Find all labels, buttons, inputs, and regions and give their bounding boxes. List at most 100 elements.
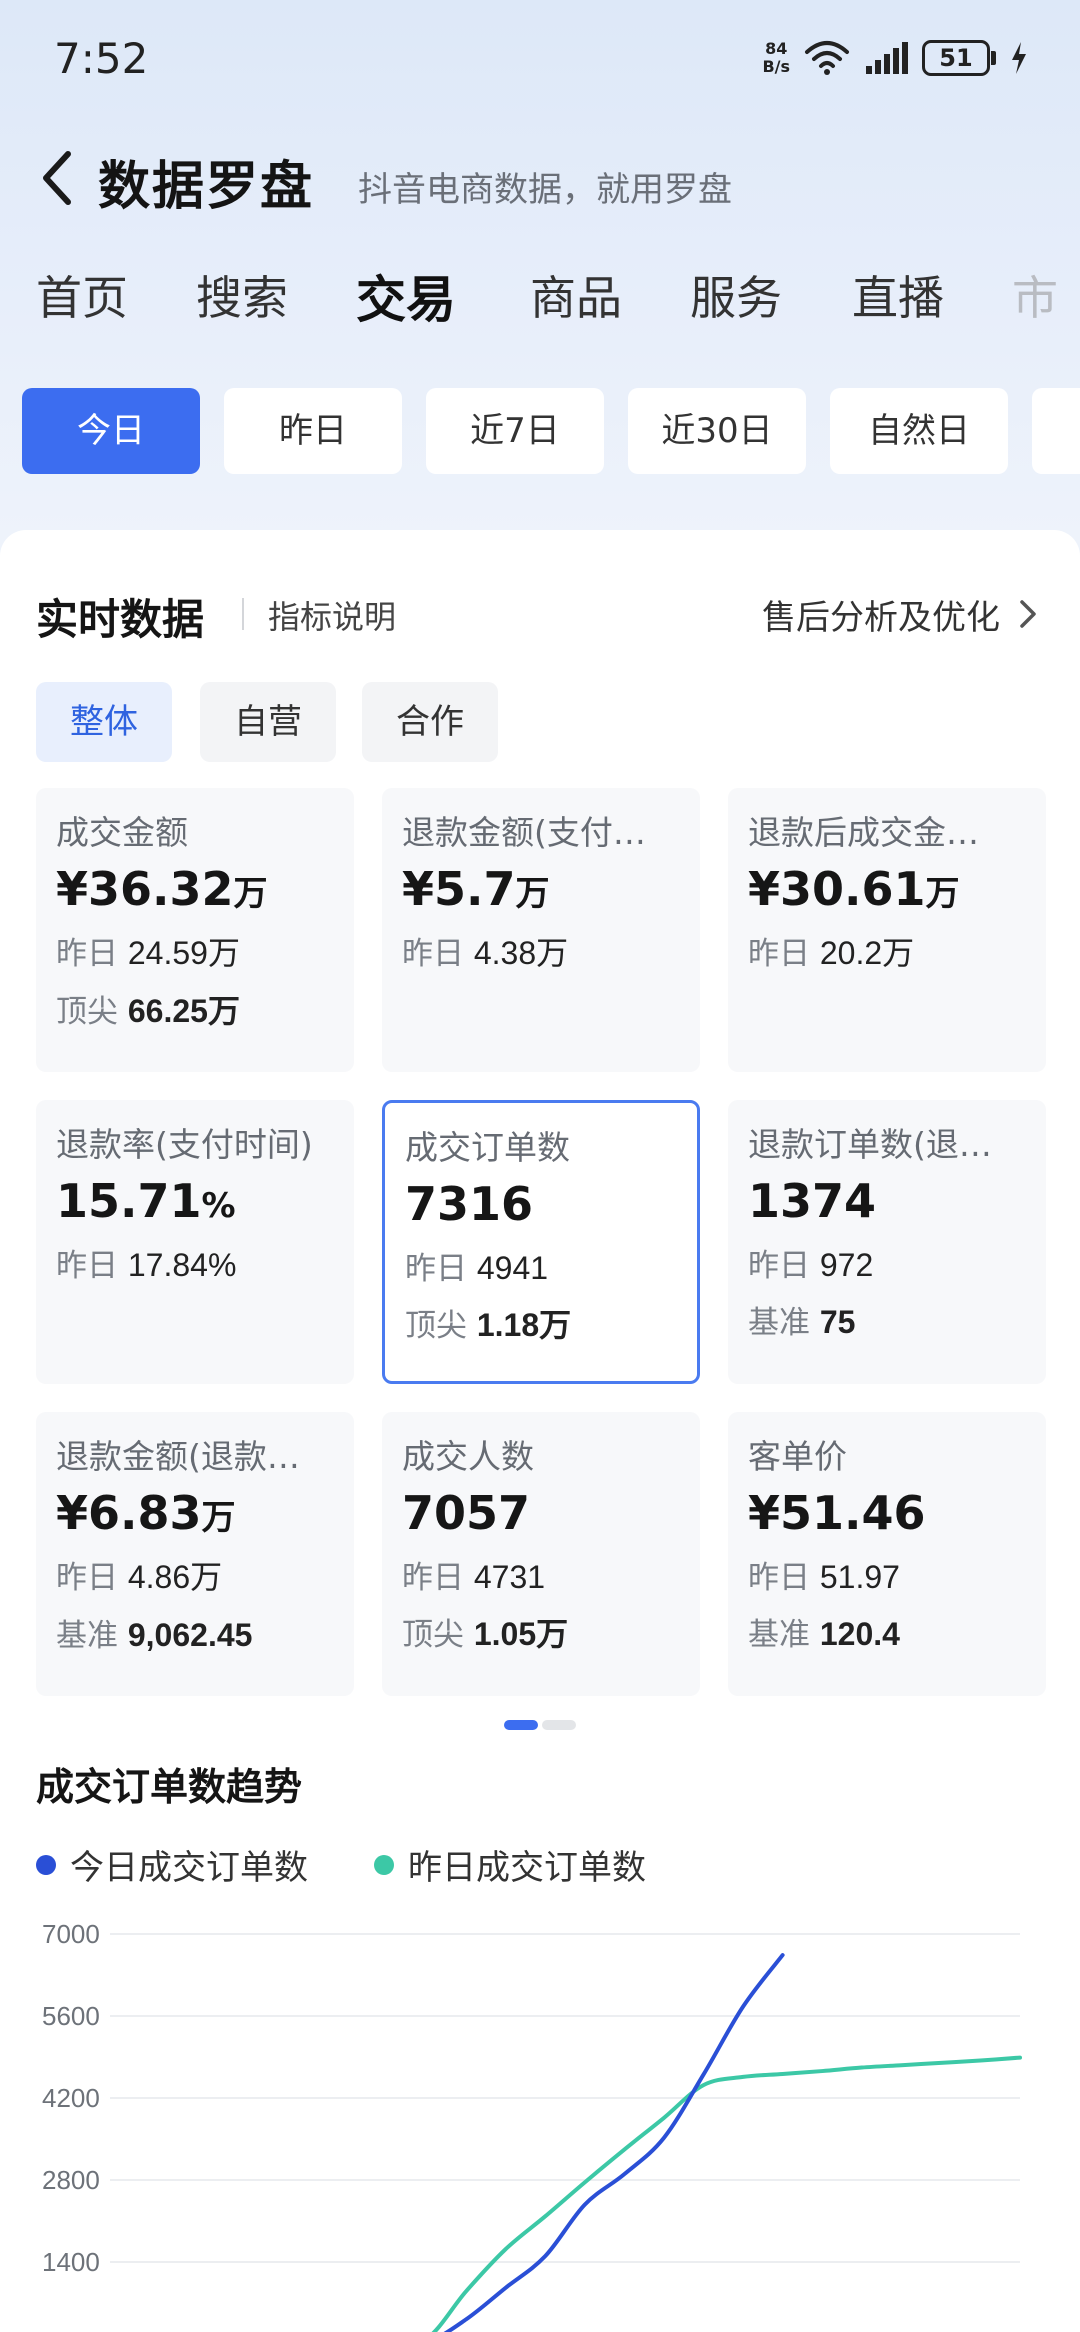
pager-dot-active[interactable]	[504, 1720, 538, 1730]
metric-compare-key: 顶尖	[402, 1617, 464, 1653]
metric-card[interactable]: 退款后成交金… ¥30.61万昨日 20.2万	[728, 788, 1046, 1072]
segment-overall[interactable]: 整体	[36, 682, 172, 762]
metric-compare-value: 4.86万	[127, 1559, 223, 1595]
tab-live[interactable]: 直播	[852, 262, 944, 328]
metric-compare-key: 昨日	[56, 1560, 118, 1596]
metric-compare-key: 昨日	[56, 936, 118, 972]
metric-compare-key: 昨日	[405, 1251, 467, 1287]
charging-bolt-icon	[1012, 42, 1026, 74]
date-filter-row: 今日 昨日 近7日 近30日 自然日 自	[0, 388, 1080, 476]
y-tick-label: 1400	[42, 2247, 100, 2277]
chevron-right-icon[interactable]	[1016, 596, 1040, 632]
metric-compare-row: 基准 9,062.45	[56, 1610, 334, 1655]
metric-number: 7057	[402, 1486, 531, 1540]
segment-cooperation[interactable]: 合作	[362, 682, 498, 762]
date-chip-natural-day[interactable]: 自然日	[830, 388, 1008, 474]
metric-card[interactable]: 成交人数 7057 昨日 4731 顶尖 1.05万	[382, 1412, 700, 1696]
metric-value: ¥36.32万	[56, 862, 334, 916]
metric-card[interactable]: 成交金额 ¥36.32万 昨日 24.59万 顶尖 66.25万	[36, 788, 354, 1072]
main-tabs: 首页 搜索 交易 商品 服务 直播 市	[0, 262, 1080, 332]
metric-label: 成交人数	[402, 1437, 534, 1476]
metric-value: ¥30.61万	[748, 862, 1026, 916]
tab-home[interactable]: 首页	[36, 262, 128, 328]
y-tick-label: 4200	[42, 2083, 100, 2113]
metric-compare-value: 4731	[473, 1559, 546, 1595]
metric-compare-value: 972	[819, 1247, 874, 1283]
metric-card[interactable]: 退款订单数(退… 1374 昨日 972 基准 75	[728, 1100, 1046, 1384]
metric-compare-value: 51.97	[819, 1559, 900, 1595]
metric-compare-value: 1.05万	[473, 1616, 569, 1652]
date-chip-yesterday[interactable]: 昨日	[224, 388, 402, 474]
date-chip-today[interactable]: 今日	[22, 388, 200, 474]
metric-compare-key: 基准	[56, 1618, 118, 1654]
metric-compare-row: 顶尖 1.18万	[405, 1300, 677, 1346]
metric-card[interactable]: 客单价 ¥51.46 昨日 51.97 基准 120.4	[728, 1412, 1046, 1696]
tab-search[interactable]: 搜索	[196, 262, 288, 328]
y-tick-label: 2800	[42, 2165, 100, 2195]
metric-card[interactable]: 退款金额(退款… ¥6.83万 昨日 4.86万 基准 9,062.45	[36, 1412, 354, 1696]
metric-unit: 万	[201, 1498, 236, 1538]
y-tick-label: 5600	[42, 2001, 100, 2031]
metric-compare-row: 昨日 20.2万	[748, 928, 1026, 974]
metric-card[interactable]: 退款金额(支付… ¥5.7万 昨日 4.38万	[382, 788, 700, 1072]
metric-card[interactable]: 成交订单数 7316 昨日 4941 顶尖 1.18万	[382, 1100, 700, 1384]
metric-label: 成交订单数	[405, 1128, 570, 1167]
metric-compare-value: 20.2万	[819, 935, 915, 971]
status-bar: 7:52 84 B/s 51	[0, 0, 1080, 120]
tab-market[interactable]: 市	[1012, 262, 1058, 328]
wifi-icon	[805, 41, 849, 75]
status-time: 7:52	[54, 34, 149, 83]
metric-number: 30.61	[780, 862, 926, 916]
metric-compare-row: 昨日 4941	[405, 1243, 677, 1288]
order-trend-chart[interactable]: 1400 2800 4200 5600 7000	[0, 1910, 1080, 2332]
metric-compare-row: 昨日 4731	[402, 1552, 680, 1597]
metric-help-link[interactable]: 指标说明	[268, 592, 396, 638]
after-sales-link[interactable]: 售后分析及优化	[762, 590, 1000, 639]
network-speed-unit: B/s	[762, 57, 790, 76]
metric-unit: 万	[233, 874, 268, 914]
date-chip-7d[interactable]: 近7日	[426, 388, 604, 474]
status-icons: 84 B/s 51	[762, 40, 1028, 76]
tab-service[interactable]: 服务	[690, 262, 782, 328]
metric-number: 36.32	[88, 862, 234, 916]
legend-dot-today	[36, 1854, 56, 1875]
metric-number: 1374	[748, 1174, 877, 1228]
metric-value: 7316	[405, 1177, 677, 1231]
tab-product[interactable]: 商品	[530, 262, 622, 328]
metric-value: 7057	[402, 1486, 680, 1540]
back-icon[interactable]	[34, 148, 78, 208]
metric-compare-row: 顶尖 66.25万	[56, 986, 334, 1032]
section-title: 实时数据	[36, 595, 205, 644]
legend-label-today: 今日成交订单数	[70, 1848, 308, 1888]
metric-currency: ¥	[748, 1486, 781, 1540]
metric-currency: ¥	[56, 862, 89, 916]
metric-label: 退款后成交金…	[748, 813, 979, 852]
pager-dot[interactable]	[542, 1720, 576, 1730]
legend-item-today[interactable]: 今日成交订单数	[36, 1840, 308, 1889]
metric-compare-row: 昨日 24.59万	[56, 928, 334, 974]
metric-number: 51.46	[780, 1486, 926, 1540]
signal-icon	[866, 42, 908, 74]
date-chip-30d[interactable]: 近30日	[628, 388, 806, 474]
metric-compare-key: 昨日	[402, 1560, 464, 1596]
network-speed: 84 B/s	[762, 40, 790, 76]
tab-trade[interactable]: 交易	[356, 262, 456, 332]
legend-item-yesterday[interactable]: 昨日成交订单数	[374, 1840, 646, 1889]
metric-compare-key: 基准	[748, 1305, 810, 1341]
metric-value: 15.71%	[56, 1174, 334, 1228]
metric-compare-key: 昨日	[748, 936, 810, 972]
metric-currency: ¥	[56, 1486, 89, 1540]
metric-compare-key: 顶尖	[56, 994, 118, 1030]
metric-value: 1374	[748, 1174, 1026, 1228]
metric-compare-row: 昨日 972	[748, 1240, 1026, 1285]
date-chip-custom[interactable]: 自	[1032, 388, 1080, 474]
legend-dot-yesterday	[374, 1854, 394, 1875]
series-line-today[interactable]	[110, 1953, 785, 2332]
metric-unit: 万	[515, 874, 550, 914]
metric-compare-key: 昨日	[56, 1248, 118, 1284]
metric-compare-value: 1.18万	[476, 1307, 572, 1343]
metric-card[interactable]: 退款率(支付时间) 15.71% 昨日 17.84%	[36, 1100, 354, 1384]
title-divider	[242, 598, 244, 630]
segment-self-operated[interactable]: 自营	[200, 682, 336, 762]
metric-label: 客单价	[748, 1437, 847, 1476]
